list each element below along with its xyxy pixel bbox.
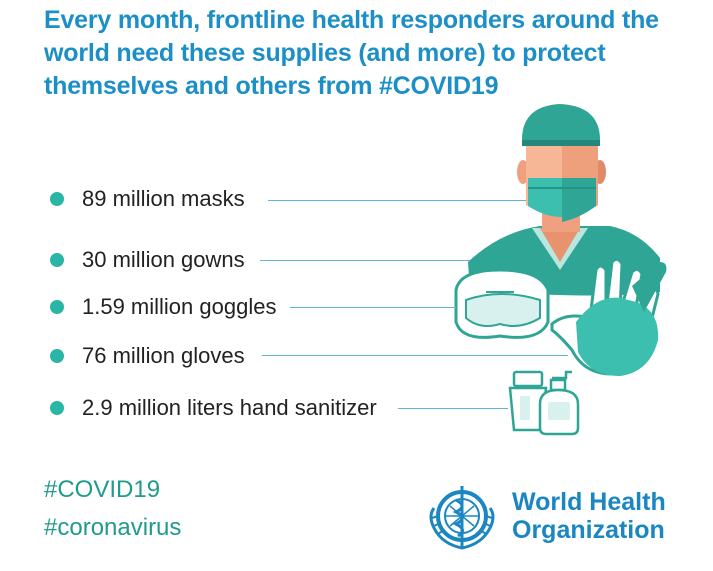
bullet-dot (50, 253, 64, 267)
list-item-gowns: 30 million gowns (50, 245, 245, 275)
list-item-gloves: 76 million gloves (50, 341, 245, 371)
leader-line (268, 200, 526, 201)
list-item-goggles: 1.59 million goggles (50, 292, 276, 322)
leader-line (398, 408, 508, 409)
who-logo: World Health Organization (422, 478, 682, 556)
leader-line (262, 355, 568, 356)
bullet-dot (50, 401, 64, 415)
supply-label: 30 million gowns (82, 247, 245, 272)
bullet-dot (50, 192, 64, 206)
supply-label: 89 million masks (82, 186, 245, 211)
list-item-masks: 89 million masks (50, 184, 245, 214)
goggles-icon (454, 268, 550, 339)
who-wordmark-line2: Organization (512, 516, 665, 544)
who-wordmark: World Health Organization (512, 488, 666, 544)
hashtag-coronavirus[interactable]: #coronavirus (44, 514, 181, 542)
who-wordmark-line1: World Health (512, 488, 666, 516)
supply-label: 1.59 million goggles (82, 294, 277, 319)
leader-line (290, 307, 456, 308)
supply-label: 2.9 million liters hand sanitizer (82, 395, 377, 420)
list-item-sanitizer: 2.9 million liters hand sanitizer (50, 393, 377, 423)
hashtag-covid19[interactable]: #COVID19 (44, 476, 160, 504)
bullet-dot (50, 300, 64, 314)
headline: Every month, frontline health responders… (44, 6, 659, 100)
leader-line (260, 260, 470, 261)
supply-label: 76 million gloves (82, 343, 245, 368)
bullet-dot (50, 349, 64, 363)
who-emblem-icon (429, 486, 495, 550)
sanitizer-icon (508, 370, 580, 436)
